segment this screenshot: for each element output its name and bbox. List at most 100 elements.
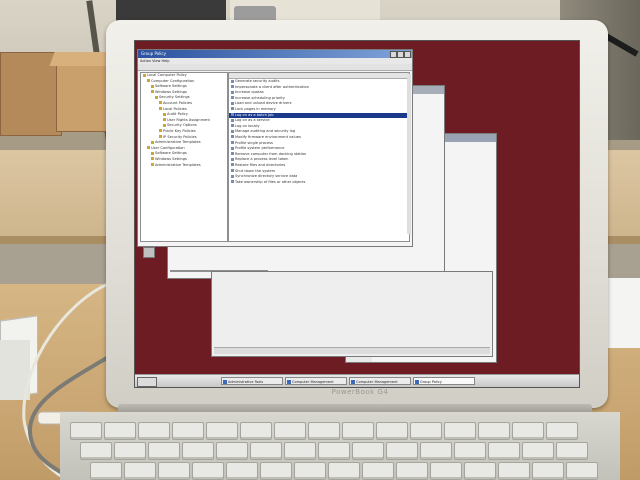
window-icon: [415, 380, 419, 384]
keyboard-key[interactable]: [512, 422, 544, 440]
keyboard-key[interactable]: [454, 442, 486, 460]
keyboard-key[interactable]: [556, 442, 588, 460]
policy-icon: [231, 157, 234, 161]
folder-icon: [159, 101, 162, 105]
minimize-button[interactable]: [390, 51, 397, 58]
keyboard-key[interactable]: [172, 422, 204, 440]
keyboard-key[interactable]: [104, 422, 136, 440]
desktop-icon[interactable]: [143, 247, 155, 258]
folder-icon: [163, 112, 166, 116]
keyboard-key[interactable]: [260, 462, 292, 480]
folder-icon: [159, 129, 162, 133]
taskbar-button[interactable]: Computer Management: [349, 377, 411, 385]
keyboard-key[interactable]: [206, 422, 238, 440]
window-title: Group Policy: [141, 51, 166, 56]
folder-icon: [147, 146, 150, 150]
keyboard[interactable]: [70, 418, 630, 480]
background-window-bottom[interactable]: [211, 271, 493, 357]
keyboard-key[interactable]: [444, 422, 476, 440]
status-bar: [214, 347, 490, 354]
policy-icon: [231, 129, 234, 133]
folder-icon: [147, 79, 150, 83]
tree-item[interactable]: Administrative Templates: [141, 163, 227, 169]
policy-icon: [231, 174, 234, 178]
keyboard-key[interactable]: [478, 422, 510, 440]
keyboard-key[interactable]: [328, 462, 360, 480]
policy-icon: [231, 124, 234, 128]
policy-icon: [231, 96, 234, 100]
keyboard-key[interactable]: [226, 462, 258, 480]
keyboard-key[interactable]: [532, 462, 564, 480]
taskbar-button[interactable]: Administrative Tools: [221, 377, 283, 385]
keyboard-key[interactable]: [294, 462, 326, 480]
keyboard-key[interactable]: [192, 462, 224, 480]
policy-list-item[interactable]: Take ownership of files or other objects: [229, 180, 409, 186]
keyboard-key[interactable]: [138, 422, 170, 440]
keyboard-key[interactable]: [342, 422, 374, 440]
tree-pane[interactable]: Local Computer Policy Computer Configurat…: [140, 72, 228, 242]
keyboard-key[interactable]: [70, 422, 102, 440]
policy-icon: [231, 146, 234, 150]
maximize-button[interactable]: [397, 51, 404, 58]
policy-icon: [231, 152, 234, 156]
keyboard-key[interactable]: [90, 462, 122, 480]
policy-icon: [231, 85, 234, 89]
keyboard-key[interactable]: [250, 442, 282, 460]
keyboard-key[interactable]: [464, 462, 496, 480]
taskbar: Administrative Tools Computer Management…: [135, 374, 579, 387]
keyboard-key[interactable]: [274, 422, 306, 440]
policy-icon: [231, 169, 234, 172]
keyboard-key[interactable]: [522, 442, 554, 460]
folder-icon: [163, 118, 166, 122]
group-policy-titlebar[interactable]: Group Policy: [138, 50, 412, 58]
policy-icon: [231, 107, 234, 111]
scrollbar[interactable]: [407, 74, 411, 234]
keyboard-key[interactable]: [386, 442, 418, 460]
keyboard-key[interactable]: [488, 442, 520, 460]
keyboard-key[interactable]: [376, 422, 408, 440]
keyboard-key[interactable]: [284, 442, 316, 460]
keyboard-key[interactable]: [182, 442, 214, 460]
close-button[interactable]: [404, 51, 411, 58]
folder-icon: [151, 151, 154, 155]
keyboard-key[interactable]: [352, 442, 384, 460]
folder-icon: [151, 84, 154, 88]
start-button[interactable]: [137, 377, 157, 387]
keyboard-key[interactable]: [114, 442, 146, 460]
keyboard-key[interactable]: [124, 462, 156, 480]
policy-icon: [231, 163, 234, 167]
laptop-brand-label: PowerBook G4: [331, 388, 389, 396]
folder-icon: [163, 123, 166, 127]
folder-icon: [159, 135, 162, 139]
policy-icon: [231, 101, 234, 105]
keyboard-key[interactable]: [546, 422, 578, 440]
group-policy-window[interactable]: Group Policy Action View Help Local Comp…: [137, 49, 413, 247]
keyboard-key[interactable]: [410, 422, 442, 440]
window-icon: [223, 380, 227, 384]
toolbar[interactable]: [138, 64, 412, 71]
keyboard-key[interactable]: [566, 462, 598, 480]
keyboard-key[interactable]: [148, 442, 180, 460]
folder-icon: [143, 73, 146, 77]
taskbar-button-active[interactable]: Group Policy: [413, 377, 475, 385]
policy-icon: [231, 135, 234, 139]
policy-icon: [231, 113, 234, 117]
keyboard-key[interactable]: [318, 442, 350, 460]
keyboard-key[interactable]: [396, 462, 428, 480]
list-pane[interactable]: Generate security audits Impersonate a cl…: [228, 72, 410, 242]
keyboard-key[interactable]: [420, 442, 452, 460]
folder-icon: [151, 90, 154, 94]
policy-icon: [231, 141, 234, 145]
keyboard-key[interactable]: [216, 442, 248, 460]
window-icon: [287, 380, 291, 384]
policy-icon: [231, 118, 234, 122]
keyboard-key[interactable]: [362, 462, 394, 480]
keyboard-key[interactable]: [158, 462, 190, 480]
keyboard-key[interactable]: [308, 422, 340, 440]
laptop-screen: Group Policy Action View Help Local Comp…: [134, 40, 580, 388]
taskbar-button[interactable]: Computer Management: [285, 377, 347, 385]
keyboard-key[interactable]: [498, 462, 530, 480]
keyboard-key[interactable]: [240, 422, 272, 440]
keyboard-key[interactable]: [80, 442, 112, 460]
keyboard-key[interactable]: [430, 462, 462, 480]
